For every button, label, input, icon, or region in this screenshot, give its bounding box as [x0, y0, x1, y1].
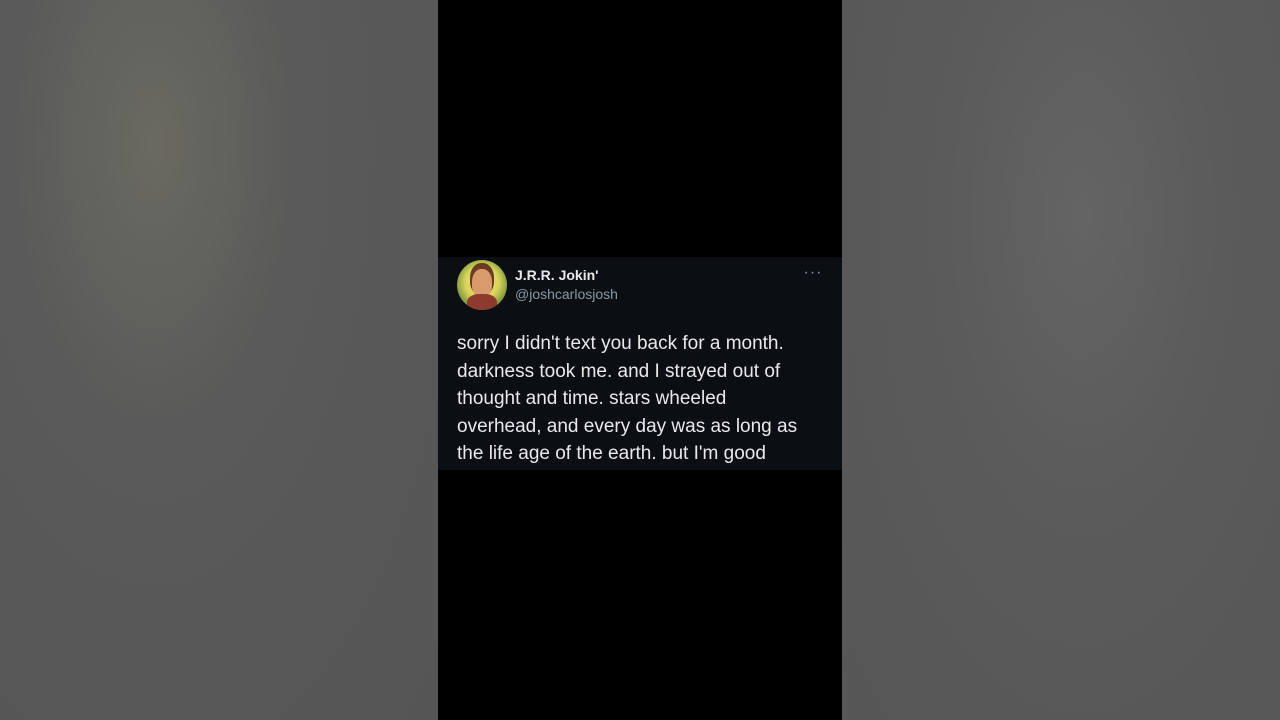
tweet-text: sorry I didn't text you back for a month…	[457, 330, 832, 468]
avatar-body	[467, 294, 497, 310]
video-frame: J.R.R. Jokin' @joshcarlosjosh ··· sorry …	[0, 0, 1280, 720]
blurred-background-right	[842, 0, 1280, 720]
display-name[interactable]: J.R.R. Jokin'	[515, 267, 598, 283]
user-handle[interactable]: @joshcarlosjosh	[515, 286, 618, 302]
tweet-text-line: the life age of the earth. but I'm good	[457, 443, 766, 465]
tweet-card: J.R.R. Jokin' @joshcarlosjosh ··· sorry …	[438, 257, 842, 470]
tweet-text-line: sorry I didn't text you back for a month…	[457, 333, 784, 354]
avatar-face	[472, 269, 492, 297]
tweet-text-line: overhead, and every day was as long as	[457, 415, 798, 437]
more-options-icon[interactable]: ···	[798, 263, 828, 287]
tweet-text-line: thought and time. stars wheeled	[457, 388, 727, 410]
tweet-text-line: darkness took me. and I strayed out of	[457, 360, 781, 382]
phone-screen: J.R.R. Jokin' @joshcarlosjosh ··· sorry …	[438, 0, 842, 720]
avatar[interactable]	[457, 260, 507, 310]
blurred-background-left	[0, 0, 438, 720]
